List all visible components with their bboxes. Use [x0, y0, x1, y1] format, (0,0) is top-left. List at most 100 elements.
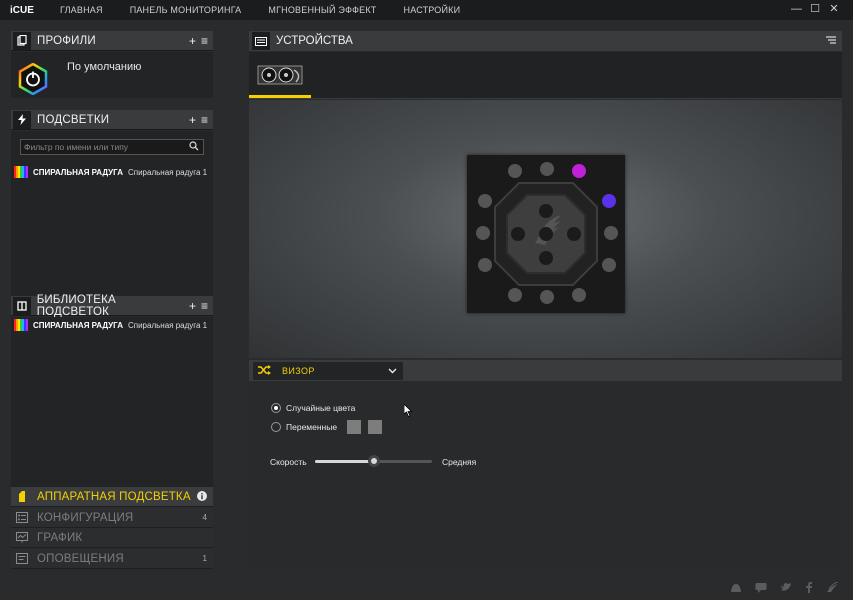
mouse-cursor-icon: [403, 403, 413, 422]
ring-led[interactable]: [602, 258, 616, 272]
library-list: [11, 317, 213, 487]
ring-led[interactable]: [508, 164, 522, 178]
inner-led[interactable]: [539, 204, 553, 218]
lighting-filter-input[interactable]: Фильтр по имени или типу: [20, 139, 204, 155]
menu-label: ГРАФИК: [37, 531, 83, 544]
menu-hardware-lighting[interactable]: АППАРАТНАЯ ПОДСВЕТКА: [11, 487, 213, 507]
ring-led[interactable]: [572, 164, 586, 178]
library-header: БИБЛИОТЕКА ПОДСВЕТОК + ≡: [11, 293, 213, 318]
inner-led[interactable]: [539, 251, 553, 265]
speed-slider[interactable]: [315, 455, 432, 467]
inner-led[interactable]: [511, 227, 525, 241]
ring-led[interactable]: [478, 194, 492, 208]
ring-led[interactable]: [476, 226, 490, 240]
close-button[interactable]: ✕: [829, 3, 839, 16]
color-swatch-1[interactable]: [347, 420, 362, 434]
lighting-header: ПОДСВЕТКИ + ≡: [11, 110, 213, 130]
footer-social-bar: [730, 581, 839, 596]
library-item-name: СПИРАЛЬНАЯ РАДУГА: [33, 320, 123, 330]
ring-led[interactable]: [508, 288, 522, 302]
ring-led[interactable]: [572, 288, 586, 302]
lightning-icon: [13, 110, 31, 129]
pump-led-diagram: [476, 162, 618, 304]
cooler-device-thumbnail[interactable]: [256, 62, 304, 88]
title-bar: iCUE ГЛАВНАЯ ПАНЕЛЬ МОНИТОРИНГА МГНОВЕНН…: [0, 0, 853, 20]
alternating-radio[interactable]: [271, 422, 281, 432]
devices-sort-icon[interactable]: [826, 35, 836, 47]
lighting-title: ПОДСВЕТКИ: [37, 113, 110, 126]
icue-profile-icon: [18, 63, 48, 95]
random-colors-label: Случайные цвета: [286, 403, 356, 413]
ring-led[interactable]: [604, 226, 618, 240]
ring-led[interactable]: [540, 162, 554, 176]
search-icon[interactable]: [189, 141, 199, 155]
shuffle-icon: [258, 364, 272, 378]
add-profile-button[interactable]: +: [189, 34, 196, 48]
info-icon[interactable]: [197, 490, 207, 503]
inner-led[interactable]: [567, 227, 581, 241]
add-lighting-button[interactable]: +: [189, 113, 196, 127]
speed-slider-handle[interactable]: [367, 455, 380, 467]
library-icon: [13, 296, 31, 315]
library-menu-button[interactable]: ≡: [201, 299, 208, 313]
rainbow-spiral-icon: [14, 166, 28, 178]
speed-slider-fill: [315, 460, 374, 463]
alternating-option[interactable]: Переменные: [271, 420, 383, 434]
inner-led[interactable]: [539, 227, 553, 241]
maximize-button[interactable]: ☐: [810, 3, 820, 16]
menu-count: 4: [202, 513, 207, 522]
ring-led[interactable]: [540, 290, 554, 304]
graph-icon: [13, 532, 31, 543]
nav-instant-effect[interactable]: МГНОВЕННЫЙ ЭФФЕКТ: [268, 5, 376, 15]
twitter-icon[interactable]: [780, 582, 792, 596]
nav-dashboard[interactable]: ПАНЕЛЬ МОНИТОРИНГА: [130, 5, 242, 15]
nav-settings[interactable]: НАСТРОЙКИ: [404, 5, 461, 15]
profile-item[interactable]: [12, 59, 54, 99]
add-library-button[interactable]: +: [189, 299, 196, 313]
keyboard-icon: [252, 32, 270, 50]
menu-configuration[interactable]: КОНФИГУРАЦИЯ 4: [11, 508, 213, 528]
configuration-icon: [13, 512, 31, 523]
lighting-menu-button[interactable]: ≡: [201, 113, 208, 127]
library-title: БИБЛИОТЕКА ПОДСВЕТОК: [36, 293, 116, 318]
profiles-header: ПРОФИЛИ + ≡: [11, 31, 213, 51]
forum-icon[interactable]: [755, 582, 767, 596]
speed-label: Скорость: [270, 457, 307, 467]
ring-led[interactable]: [602, 194, 616, 208]
library-item-type: Спиральная радуга 1: [127, 320, 208, 330]
hardware-lighting-icon: [13, 491, 31, 502]
profile-name[interactable]: По умолчанию: [67, 61, 141, 73]
library-item[interactable]: СПИРАЛЬНАЯ РАДУГА Спиральная радуга 1: [14, 319, 207, 331]
random-colors-radio[interactable]: [271, 403, 281, 413]
app-logo: iCUE: [10, 4, 34, 16]
pump-led-preview[interactable]: [467, 155, 625, 313]
nav-home[interactable]: ГЛАВНАЯ: [60, 5, 103, 15]
minimize-button[interactable]: —: [791, 3, 802, 16]
ring-led[interactable]: [478, 258, 492, 272]
random-colors-option[interactable]: Случайные цвета: [271, 403, 355, 413]
devices-header: УСТРОЙСТВА: [249, 31, 842, 51]
lighting-item-type: Спиральная радуга 1: [127, 167, 208, 177]
facebook-icon[interactable]: [805, 582, 813, 596]
profiles-menu-button[interactable]: ≡: [201, 34, 208, 48]
color-swatch-2[interactable]: [368, 420, 383, 434]
speed-value: Средняя: [442, 457, 477, 467]
menu-count: 1: [202, 554, 207, 563]
menu-graph[interactable]: ГРАФИК: [11, 528, 213, 548]
device-preview-area: [249, 100, 842, 358]
profiles-title: ПРОФИЛИ: [37, 34, 96, 47]
effect-dropdown[interactable]: ВИЗОР: [253, 362, 403, 380]
rainbow-spiral-icon: [14, 319, 28, 331]
lighting-list: [11, 131, 213, 296]
corsair-sails-icon[interactable]: [826, 581, 839, 596]
chevron-down-icon: [388, 366, 397, 376]
menu-label: АППАРАТНАЯ ПОДСВЕТКА: [37, 490, 191, 503]
device-selected-indicator: [249, 95, 311, 98]
effect-selected-label: ВИЗОР: [282, 366, 315, 376]
profiles-icon: [13, 31, 31, 50]
menu-label: ОПОВЕЩЕНИЯ: [37, 552, 124, 565]
devices-title: УСТРОЙСТВА: [276, 35, 353, 47]
menu-notifications[interactable]: ОПОВЕЩЕНИЯ 1: [11, 549, 213, 569]
lighting-item[interactable]: СПИРАЛЬНАЯ РАДУГА Спиральная радуга 1: [14, 166, 207, 178]
community-icon[interactable]: [730, 582, 742, 596]
